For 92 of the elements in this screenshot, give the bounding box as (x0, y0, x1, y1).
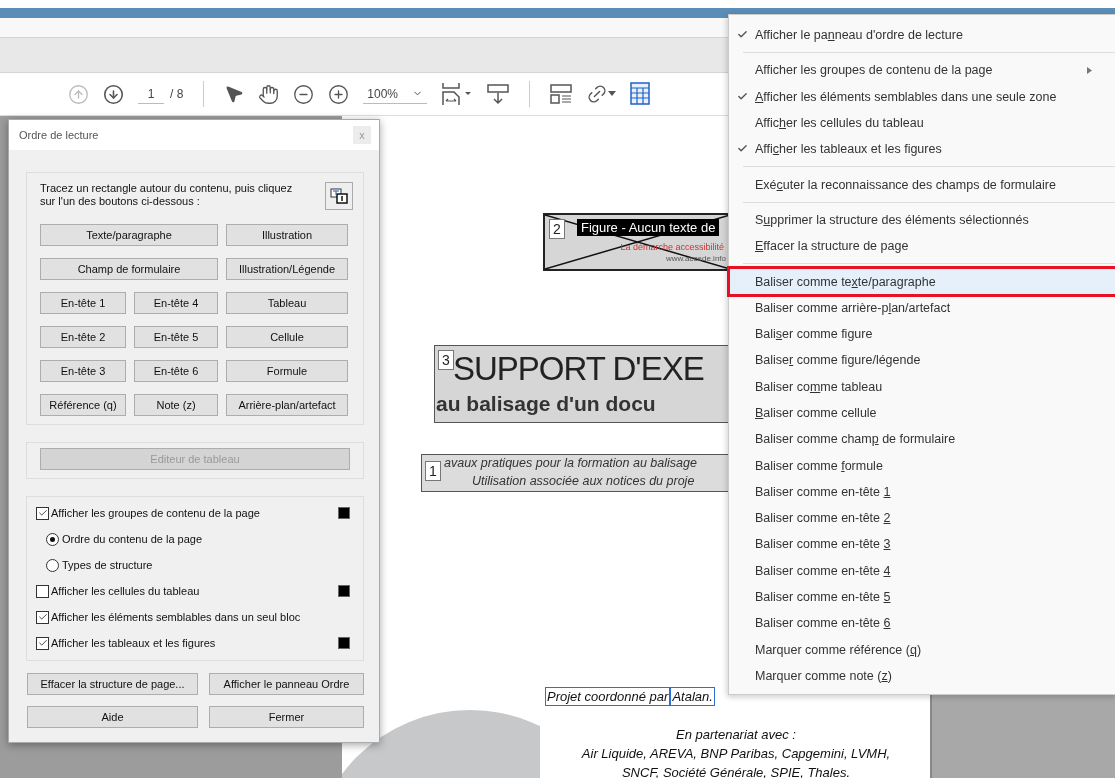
checkbox[interactable] (36, 636, 49, 650)
tag-button[interactable]: Illustration/Légende (226, 258, 348, 280)
menu-item[interactable]: Baliser comme cellule (729, 399, 1115, 427)
tag-button[interactable]: Tableau (226, 292, 348, 314)
link-icon[interactable] (586, 83, 617, 105)
menu-item[interactable]: Exécuter la reconnaissance des champs de formulaire (729, 171, 1115, 198)
option-label: Afficher les éléments semblables dans un seul bloc (51, 611, 302, 623)
partners-line: SNCF, Société Générale, SPIE, Thales. (621, 764, 851, 778)
check-icon (37, 508, 48, 518)
menu-item[interactable]: Baliser comme champ de formulaire (729, 426, 1115, 453)
intro-line: avaux pratiques pour la formation au balisage (444, 456, 697, 470)
fit-page-icon[interactable] (441, 82, 474, 106)
tag-button[interactable]: En-tête 2 (40, 326, 126, 348)
tag-button[interactable]: En-tête 3 (40, 360, 126, 382)
menu-item[interactable]: Baliser comme figure/légende (729, 347, 1115, 374)
menu-item[interactable]: Baliser comme formule (729, 452, 1115, 479)
tag-button[interactable]: En-tête 5 (134, 326, 218, 348)
menu-item[interactable]: Baliser comme tableau (729, 373, 1115, 400)
menu-item[interactable]: Afficher le panneau d'ordre de lecture (729, 22, 1115, 49)
radio-button[interactable] (46, 532, 59, 546)
option-label: Afficher les groupes de contenu de la page (51, 507, 261, 519)
order-icon-button[interactable] (325, 182, 353, 210)
option-label: Afficher les cellules du tableau (51, 585, 201, 597)
menu-item[interactable]: Baliser comme en-tête 2 (729, 505, 1115, 532)
page-total: / 8 (170, 87, 184, 101)
option-label: Ordre du contenu de la page (62, 533, 204, 545)
tag-button[interactable]: Référence (q) (40, 394, 126, 416)
zoom-out-icon[interactable] (293, 83, 315, 105)
dialog-button[interactable]: Fermer (209, 706, 364, 728)
tag-button[interactable]: Cellule (226, 326, 348, 348)
next-page-icon[interactable] (103, 83, 124, 105)
menu-item[interactable]: Baliser comme en-tête 6 (729, 610, 1115, 637)
color-swatch[interactable] (338, 637, 350, 649)
checkbox[interactable] (36, 506, 49, 520)
menu-item[interactable]: Afficher les éléments semblables dans une seule zone (729, 83, 1115, 110)
menu-item[interactable]: Baliser comme texte/paragraphe (729, 268, 1115, 295)
menu-item[interactable]: Baliser comme en-tête 1 (729, 478, 1115, 506)
document-title: SUPPORT D'EXE (453, 350, 704, 388)
check-icon (37, 638, 48, 648)
order-number: 2 (549, 219, 565, 239)
check-icon (37, 612, 48, 622)
menu-item[interactable]: Marquer comme référence (q) (729, 636, 1115, 663)
reading-order-icon (330, 188, 348, 204)
dialog-button[interactable]: Aide (27, 706, 198, 728)
tag-button[interactable]: En-tête 1 (40, 292, 126, 314)
color-swatch[interactable] (338, 507, 350, 519)
menu-item[interactable]: Baliser comme en-tête 3 (729, 531, 1115, 558)
instructions: Tracez un rectangle autour du contenu, puis cliquez sur l'un des boutons ci-dessous : (40, 182, 294, 208)
menu-item[interactable]: Baliser comme en-tête 4 (729, 557, 1115, 584)
document-subtitle: au balisage d'un docu (436, 392, 656, 416)
color-swatch[interactable] (338, 585, 350, 597)
menu-item[interactable]: Baliser comme figure (729, 320, 1115, 348)
option-label: Afficher les tableaux et les figures (51, 637, 217, 649)
scroll-icon[interactable] (487, 83, 510, 105)
tag-button[interactable]: Texte/paragraphe (40, 224, 218, 246)
checkbox[interactable] (36, 610, 49, 624)
order-number: 3 (438, 350, 454, 370)
tag-button[interactable]: Illustration (226, 224, 348, 246)
tag-button[interactable]: En-tête 4 (134, 292, 218, 314)
tag-button[interactable]: En-tête 6 (134, 360, 218, 382)
table-icon[interactable] (630, 82, 653, 106)
zoom-field[interactable]: 100% (363, 84, 428, 104)
partners-line: En partenariat avec : (676, 726, 796, 744)
menu-item[interactable]: Afficher les groupes de contenu de la page (729, 57, 1115, 84)
credit-text: Projet coordonné par (545, 687, 671, 706)
credit-text: Atalan. (670, 687, 715, 706)
tag-button[interactable]: Champ de formulaire (40, 258, 218, 280)
menu-item[interactable]: Effacer la structure de page (729, 233, 1115, 260)
tag-button[interactable]: Arrière-plan/artefact (226, 394, 348, 416)
dialog-button[interactable]: Effacer la structure de page... (27, 673, 198, 695)
menu-item[interactable]: Afficher les cellules du tableau (729, 109, 1115, 137)
layout-icon[interactable] (550, 83, 573, 105)
tag-button[interactable]: Note (z) (134, 394, 218, 416)
menu-item[interactable]: Baliser comme en-tête 5 (729, 583, 1115, 611)
page-number-field[interactable]: 1 (138, 84, 164, 104)
zoom-in-icon[interactable] (328, 83, 350, 105)
option-label: Types de structure (62, 559, 154, 571)
menu-item[interactable]: Supprimer la structure des éléments sélectionnés (729, 206, 1115, 234)
tag-button[interactable]: Formule (226, 360, 348, 382)
radio-button[interactable] (46, 558, 59, 572)
pointer-icon[interactable] (224, 84, 245, 104)
checkbox[interactable] (36, 584, 49, 598)
order-number: 1 (425, 461, 441, 481)
partners-line: Air Liquide, AREVA, BNP Paribas, Capgemini, LVMH, (581, 745, 891, 763)
menu-item[interactable]: Marquer comme note (z) (729, 662, 1115, 690)
intro-line: Utilisation associée aux notices du proje (472, 474, 695, 488)
figure-label: Figure - Aucun texte de (577, 219, 720, 236)
menu-item[interactable]: Baliser comme arrière-plan/artefact (729, 294, 1115, 321)
dialog-title: Ordre de lecture (19, 129, 99, 141)
hand-icon[interactable] (258, 83, 280, 105)
menu-item[interactable]: Afficher les tableaux et les figures (729, 136, 1115, 163)
dialog-button[interactable]: Afficher le panneau Ordre (209, 673, 364, 695)
